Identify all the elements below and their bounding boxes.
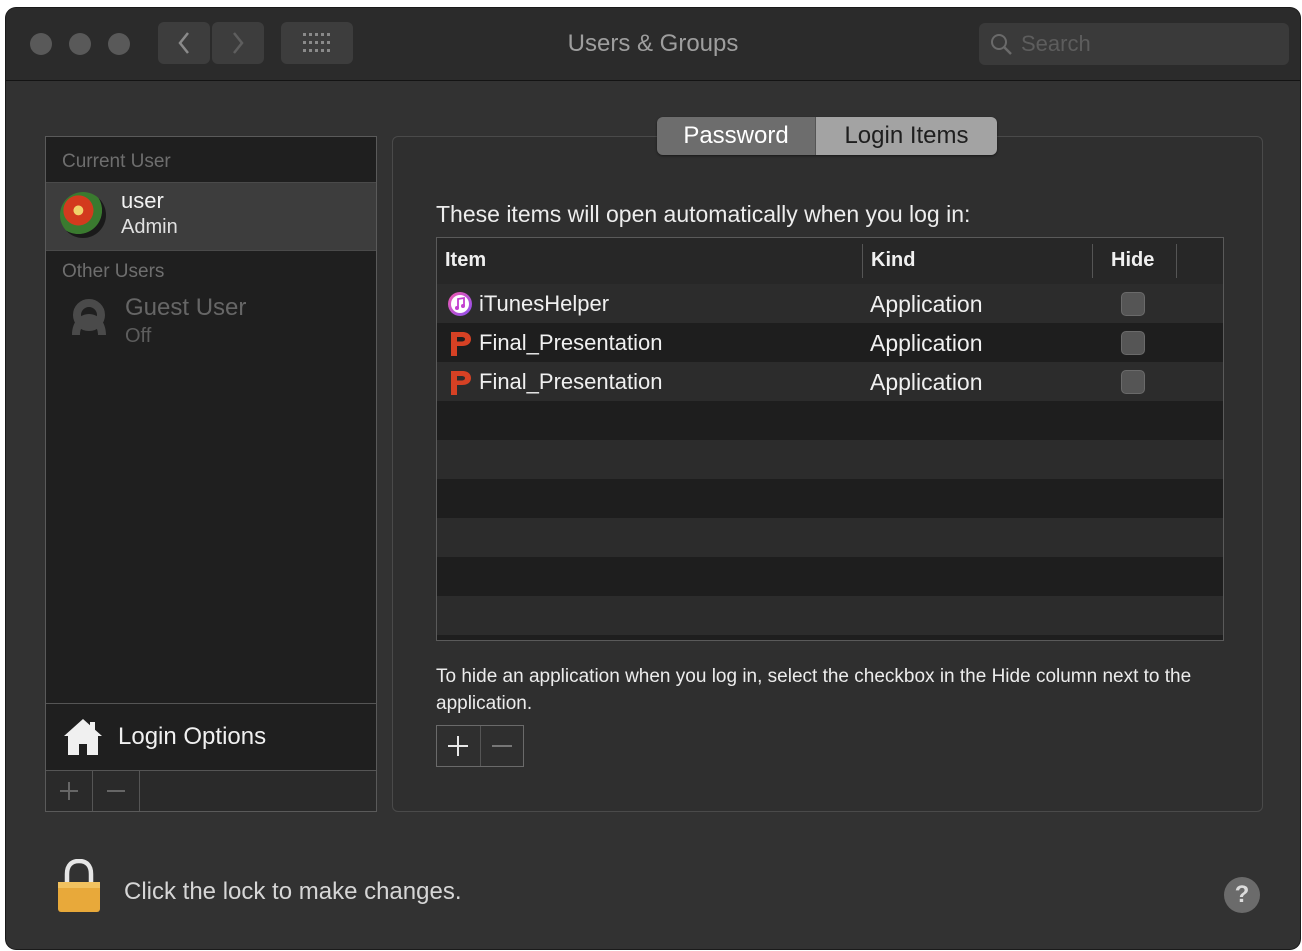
title-bar: Users & Groups (6, 8, 1300, 81)
current-user-name: user (121, 188, 164, 213)
lock-status-text: Click the lock to make changes. (124, 878, 462, 905)
guest-user-name: Guest User (125, 294, 247, 321)
item-kind: Application (870, 330, 983, 356)
tab-control: Password Login Items (657, 117, 997, 155)
hide-checkbox[interactable] (1121, 331, 1145, 355)
empty-row (437, 596, 1223, 635)
powerpoint-icon (451, 331, 471, 356)
current-user-role: Admin (121, 216, 178, 238)
add-login-item-button[interactable] (437, 726, 480, 766)
hide-checkbox[interactable] (1121, 370, 1145, 394)
table-header: Item Kind Hide (437, 238, 1223, 285)
tab-password[interactable]: Password (657, 117, 815, 155)
powerpoint-icon (451, 370, 471, 395)
house-icon (64, 719, 102, 755)
help-button[interactable]: ? (1224, 877, 1260, 913)
login-items-intro: These items will open automatically when… (436, 201, 971, 227)
item-cell: iTunesHelper (447, 284, 609, 323)
empty-row (437, 557, 1223, 596)
item-name: iTunesHelper (479, 290, 610, 316)
search-input[interactable] (1021, 31, 1261, 57)
add-remove-login-item (436, 725, 524, 767)
users-groups-window: Users & Groups Current User user Admin O… (6, 8, 1300, 949)
item-cell: Final_Presentation (447, 362, 662, 401)
item-name: Final_Presentation (479, 329, 663, 355)
column-divider[interactable] (1176, 244, 1177, 278)
plus-icon (60, 782, 78, 800)
hide-checkbox[interactable] (1121, 292, 1145, 316)
login-options-label: Login Options (118, 723, 267, 750)
search-icon (991, 34, 1012, 55)
user-avatar (60, 192, 106, 238)
other-users-header: Other Users (62, 261, 165, 282)
guest-user-state: Off (125, 325, 152, 347)
lock-icon[interactable] (56, 859, 102, 913)
empty-row (437, 518, 1223, 557)
column-divider[interactable] (862, 244, 863, 278)
tab-login-items[interactable]: Login Items (815, 117, 997, 155)
users-sidebar: Current User user Admin Other Users Gues… (45, 136, 377, 812)
minus-icon (491, 745, 512, 747)
item-name: Final_Presentation (479, 368, 663, 394)
column-header-item[interactable]: Item (445, 249, 486, 272)
remove-user-button[interactable] (93, 771, 140, 811)
itunes-helper-icon (448, 291, 472, 316)
empty-row (437, 440, 1223, 479)
item-cell: Final_Presentation (447, 323, 662, 362)
sidebar-footer (46, 770, 376, 811)
column-header-kind[interactable]: Kind (871, 249, 915, 272)
search-field[interactable] (979, 23, 1289, 65)
item-kind: Application (870, 291, 983, 317)
column-divider[interactable] (1092, 244, 1093, 278)
current-user-header: Current User (62, 151, 171, 172)
table-row[interactable]: Final_Presentation Application (437, 362, 1223, 401)
table-row[interactable]: iTunesHelper Application (437, 284, 1223, 323)
hide-hint-text: To hide an application when you log in, … (436, 666, 1192, 714)
empty-row (437, 479, 1223, 518)
column-header-hide[interactable]: Hide (1111, 249, 1154, 272)
login-items-table: Item Kind Hide iTunesHelper Application (436, 237, 1224, 641)
login-options-item[interactable]: Login Options (46, 703, 376, 770)
empty-row (437, 401, 1223, 440)
guest-user-icon (72, 299, 106, 335)
add-user-button[interactable] (46, 771, 93, 811)
minus-icon (107, 790, 125, 792)
item-kind: Application (870, 369, 983, 395)
plus-icon (448, 736, 469, 756)
sidebar-item-current-user[interactable]: user Admin (46, 182, 376, 251)
table-row[interactable]: Final_Presentation Application (437, 323, 1223, 362)
remove-login-item-button[interactable] (479, 726, 524, 766)
